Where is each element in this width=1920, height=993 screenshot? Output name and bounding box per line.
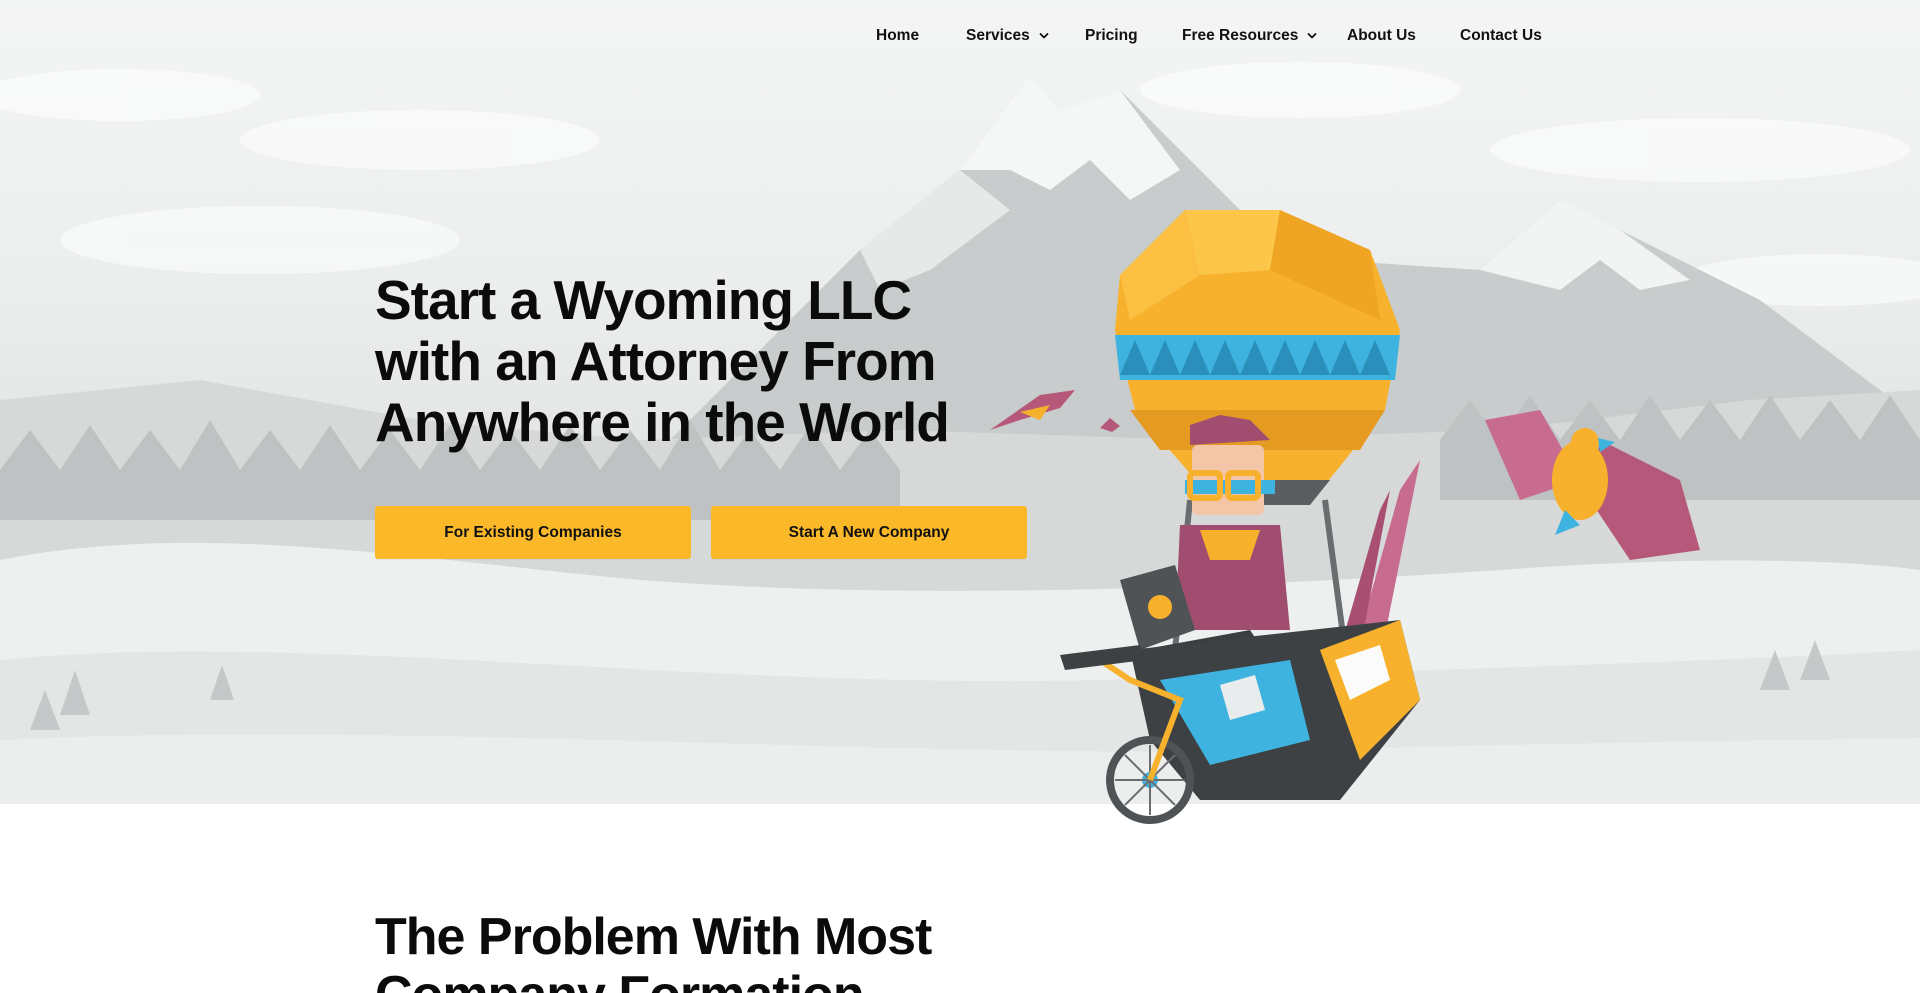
- hero-headline-line: Start a Wyoming LLC: [375, 269, 912, 331]
- hero-headline: Start a Wyoming LLC with an Attorney Fro…: [375, 270, 995, 453]
- existing-companies-button[interactable]: For Existing Companies: [375, 506, 691, 559]
- hero-headline-line: with an Attorney From: [375, 330, 937, 392]
- hero-headline-line: Anywhere in the World: [375, 391, 950, 453]
- bird-icon: [990, 390, 1120, 432]
- nav-pricing-label: Pricing: [1085, 27, 1138, 44]
- main-nav: Home Services Pricing Free Resources Abo…: [0, 0, 1920, 72]
- nav-about-us-label: About Us: [1347, 27, 1416, 44]
- nav-free-resources[interactable]: Free Resources: [1182, 26, 1317, 46]
- problem-section-title-line: Company Formation: [375, 966, 1075, 993]
- nav-about-us[interactable]: About Us: [1347, 26, 1416, 46]
- nav-home[interactable]: Home: [876, 26, 919, 46]
- start-new-company-button-label: Start A New Company: [788, 523, 950, 541]
- nav-contact-us-label: Contact Us: [1460, 27, 1542, 44]
- problem-section-title-line: The Problem With Most: [375, 908, 932, 966]
- nav-home-label: Home: [876, 27, 920, 44]
- hot-air-balloon-illustration: [990, 210, 1700, 824]
- chevron-down-icon: [1307, 33, 1317, 39]
- nav-contact-us[interactable]: Contact Us: [1460, 26, 1542, 46]
- nav-services[interactable]: Services: [966, 26, 1049, 46]
- eagle-icon: [1485, 410, 1700, 560]
- chevron-down-icon: [1039, 33, 1049, 39]
- existing-companies-button-label: For Existing Companies: [444, 523, 622, 541]
- nav-pricing[interactable]: Pricing: [1085, 26, 1138, 46]
- nav-services-label: Services: [966, 27, 1030, 44]
- nav-free-resources-label: Free Resources: [1182, 27, 1299, 44]
- problem-section-title: The Problem With Most Company Formation: [375, 908, 1075, 993]
